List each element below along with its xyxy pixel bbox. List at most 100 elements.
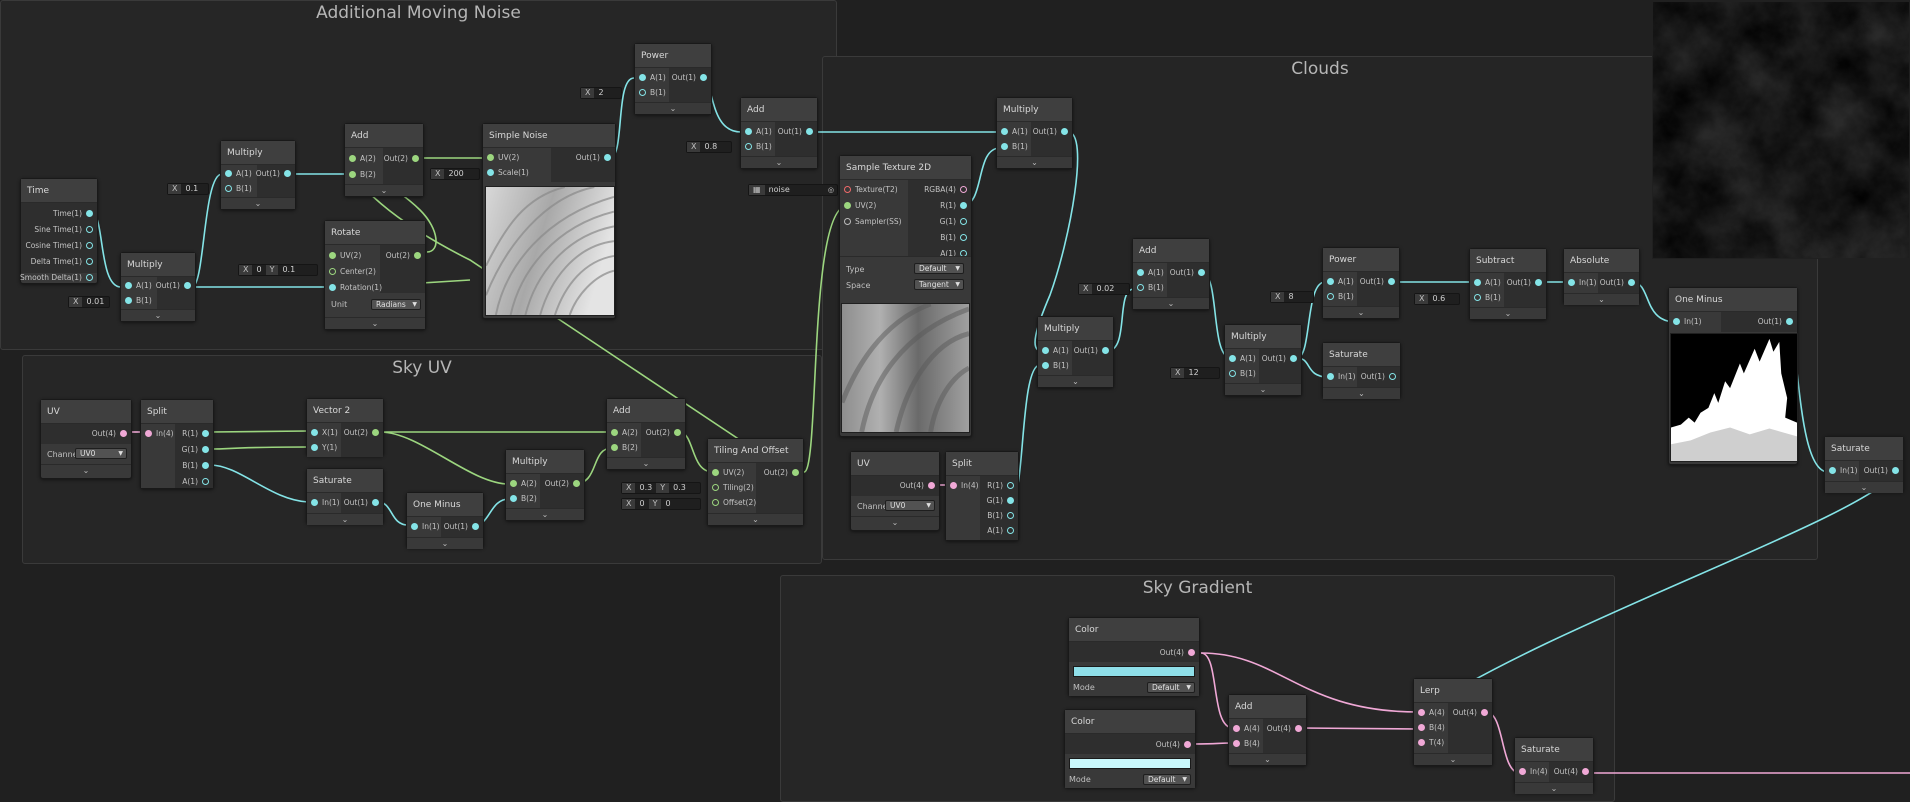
clouds-power-field[interactable]: X8 <box>1270 291 1314 303</box>
port-dot-icon[interactable] <box>145 430 152 437</box>
tiling-field[interactable]: X 0.3 Y 0.3 <box>621 482 701 494</box>
color-node[interactable]: Color Out(4) Mode Default ▼ <box>1064 709 1196 788</box>
chevron-down-icon[interactable]: ⌄ <box>221 197 295 209</box>
input-a[interactable]: A(1) <box>1225 352 1256 365</box>
chevron-down-icon[interactable]: ⌄ <box>1470 307 1546 319</box>
simple-noise-node[interactable]: Simple Noise UV(2) Scale(1) Out(1) <box>482 123 616 319</box>
port-dot-icon[interactable] <box>674 429 681 436</box>
port-dot-icon[interactable] <box>1519 768 1526 775</box>
port-dot-icon[interactable] <box>1327 278 1334 285</box>
add-node[interactable]: Add A(2) B(2) Out(2) ⌄ <box>606 398 686 470</box>
add-node[interactable]: Add A(1) B(1) Out(1) ⌄ <box>740 97 818 169</box>
input-b[interactable]: B(1) <box>1470 291 1501 304</box>
port-dot-icon[interactable] <box>712 499 719 506</box>
multiply-node[interactable]: Multiply A(1) B(1) Out(1) ⌄ <box>220 140 296 210</box>
output-port[interactable]: Out(1) <box>1033 125 1072 138</box>
port-dot-icon[interactable] <box>844 202 851 209</box>
port-dot-icon[interactable] <box>412 155 419 162</box>
port-dot-icon[interactable] <box>1327 373 1334 380</box>
port-dot-icon[interactable] <box>1229 355 1236 362</box>
output-port[interactable]: Out(1) <box>1758 315 1797 328</box>
input-texture[interactable]: Texture(T2) <box>840 183 898 196</box>
port-dot-icon[interactable] <box>1137 284 1144 291</box>
chevron-down-icon[interactable]: ⌄ <box>741 156 817 168</box>
output-port[interactable]: Out(4) <box>1453 706 1492 719</box>
chevron-down-icon[interactable]: ⌄ <box>1515 782 1593 794</box>
port-dot-icon[interactable] <box>125 282 132 289</box>
output-port[interactable]: Out(2) <box>646 426 685 439</box>
input-b[interactable]: B(1) <box>635 86 666 99</box>
chevron-down-icon[interactable]: ⌄ <box>41 464 131 476</box>
chevron-down-icon[interactable]: ⌄ <box>1825 481 1903 493</box>
subtract-field[interactable]: X 0.6 <box>1414 293 1460 305</box>
port-dot-icon[interactable] <box>225 170 232 177</box>
port-dot-icon[interactable] <box>1233 725 1240 732</box>
clouds-multiply-field[interactable]: X 12 <box>1170 367 1220 379</box>
port-dot-icon[interactable] <box>510 495 517 502</box>
sample-texture-2d-node[interactable]: Sample Texture 2D Texture(T2) UV(2) Samp… <box>839 155 972 437</box>
split-node[interactable]: Split In(4) R(1) G(1) B(1) A(1) <box>140 399 214 489</box>
power-node[interactable]: Power A(1) B(1) Out(1) ⌄ <box>1322 247 1400 319</box>
input-in[interactable]: In(4) <box>1515 765 1548 778</box>
port-dot-icon[interactable] <box>329 268 336 275</box>
output-port[interactable]: Out(4) <box>92 427 131 440</box>
port-dot-icon[interactable] <box>487 154 494 161</box>
input-uv[interactable]: UV(2) <box>708 466 744 479</box>
port-dot-icon[interactable] <box>1389 373 1396 380</box>
port-dot-icon[interactable] <box>1061 128 1068 135</box>
port-dot-icon[interactable] <box>712 484 719 491</box>
input-b[interactable]: B(4) <box>1414 721 1445 734</box>
port-dot-icon[interactable] <box>1568 279 1575 286</box>
output-g[interactable]: G(1) <box>940 215 971 228</box>
output-port[interactable]: Out(4) <box>1554 765 1593 778</box>
tiling-and-offset-node[interactable]: Tiling And Offset UV(2) Tiling(2) Offset… <box>707 438 804 526</box>
port-dot-icon[interactable] <box>1042 347 1049 354</box>
port-dot-icon[interactable] <box>225 185 232 192</box>
input-uv[interactable]: UV(2) <box>483 151 519 164</box>
input-b[interactable]: B(2) <box>506 492 537 505</box>
power-exponent-field[interactable]: X2 <box>580 87 622 99</box>
input-a[interactable]: A(1) <box>1038 344 1069 357</box>
port-dot-icon[interactable] <box>1786 318 1793 325</box>
add-node[interactable]: Add A(2) B(2) Out(2) ⌄ <box>344 123 424 197</box>
multiply-node[interactable]: Multiply A(1) B(1) Out(1) ⌄ <box>120 252 196 322</box>
chevron-down-icon[interactable]: ⌄ <box>506 508 584 520</box>
output-b[interactable]: B(1) <box>182 459 213 472</box>
multiply-node[interactable]: Multiply A(2) B(2) Out(2) ⌄ <box>505 449 585 521</box>
output-port[interactable]: Out(1) <box>444 520 483 533</box>
input-in[interactable]: In(1) <box>1564 276 1597 289</box>
add-node[interactable]: Add A(4) B(4) Out(4) ⌄ <box>1228 694 1307 766</box>
port-dot-icon[interactable] <box>960 234 967 241</box>
saturate-node[interactable]: Saturate In(1) Out(1) ⌄ <box>1824 436 1904 493</box>
chevron-down-icon[interactable]: ⌄ <box>1414 753 1492 765</box>
output-g[interactable]: G(1) <box>182 443 213 456</box>
port-dot-icon[interactable] <box>86 274 93 281</box>
input-b[interactable]: B(1) <box>997 140 1028 153</box>
chevron-down-icon[interactable]: ⌄ <box>708 513 803 525</box>
output-port[interactable]: Out(2) <box>545 477 584 490</box>
mode-dropdown[interactable]: Default ▼ <box>1143 774 1191 785</box>
port-dot-icon[interactable] <box>1188 649 1195 656</box>
port-dot-icon[interactable] <box>86 242 93 249</box>
uv-node[interactable]: UV Out(4) Channel UV0 ▼ ⌄ <box>40 399 132 479</box>
input-b[interactable]: B(2) <box>607 441 638 454</box>
port-dot-icon[interactable] <box>1327 293 1334 300</box>
input-uv[interactable]: UV(2) <box>325 249 361 262</box>
color-swatch[interactable] <box>1069 758 1191 769</box>
port-dot-icon[interactable] <box>1388 278 1395 285</box>
output-port[interactable]: Cosine Time(1) <box>25 239 97 252</box>
output-port[interactable]: Out(1) <box>1361 370 1400 383</box>
port-dot-icon[interactable] <box>125 297 132 304</box>
uv-node[interactable]: UV Out(4) Channel UV0 ▼ ⌄ <box>850 451 940 531</box>
chevron-down-icon[interactable]: ⌄ <box>1564 293 1639 305</box>
time-node[interactable]: Time Time(1) Sine Time(1) Cosine Time(1)… <box>20 178 98 284</box>
port-dot-icon[interactable] <box>472 523 479 530</box>
rotate-node[interactable]: Rotate UV(2) Center(2) Rotation(1) Out(2… <box>324 220 426 330</box>
port-dot-icon[interactable] <box>1007 512 1014 519</box>
output-port[interactable]: Out(1) <box>156 279 195 292</box>
input-b[interactable]: B(1) <box>1038 359 1069 372</box>
port-dot-icon[interactable] <box>1001 143 1008 150</box>
input-in[interactable]: In(1) <box>407 520 440 533</box>
input-a[interactable]: A(4) <box>1414 706 1445 719</box>
output-port[interactable]: Out(1) <box>778 125 817 138</box>
